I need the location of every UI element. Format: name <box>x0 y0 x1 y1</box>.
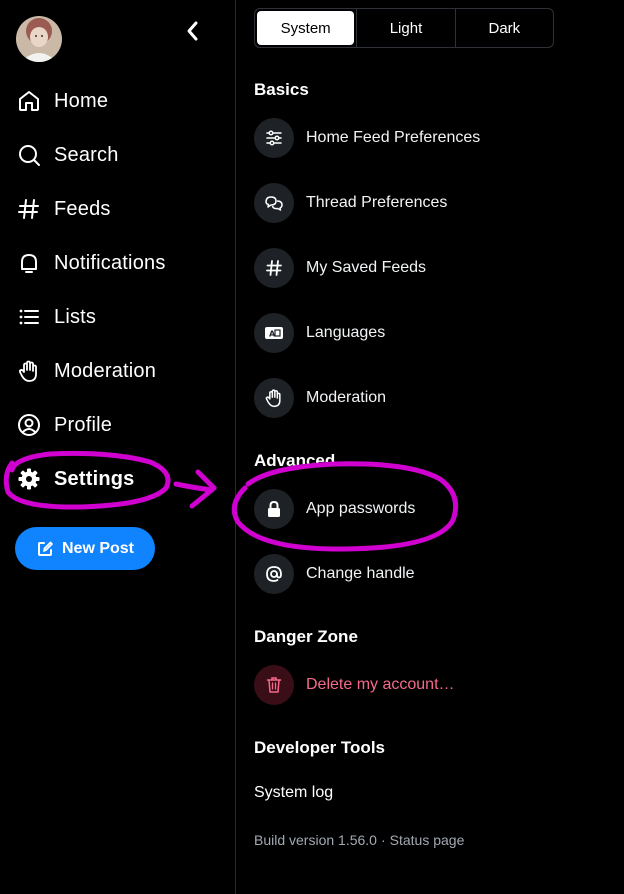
languages-label: Languages <box>306 324 386 341</box>
settings-panel: System Light Dark Basics Home Feed Prefe… <box>236 0 624 894</box>
nav-settings-label: Settings <box>54 467 135 490</box>
theme-option-system[interactable]: System <box>257 11 355 45</box>
my-saved-feeds-row[interactable]: My Saved Feeds <box>254 248 426 288</box>
nav-feeds[interactable]: Feeds <box>16 189 111 229</box>
home-feed-preferences-row[interactable]: Home Feed Preferences <box>254 118 480 158</box>
app-passwords-label: App passwords <box>306 500 416 517</box>
language-icon: A <box>254 313 294 353</box>
nav-notifications-label: Notifications <box>54 251 166 274</box>
nav-moderation[interactable]: Moderation <box>16 351 156 391</box>
new-post-label: New Post <box>61 539 134 557</box>
list-icon <box>16 304 42 330</box>
nav-search[interactable]: Search <box>16 135 119 175</box>
delete-account-label: Delete my account… <box>306 676 455 693</box>
bell-icon <box>16 250 42 276</box>
theme-option-dark[interactable]: Dark <box>454 9 553 47</box>
status-page-link[interactable]: Status page <box>390 832 465 848</box>
section-basics-title: Basics <box>254 80 309 99</box>
chevron-left-icon <box>187 21 198 41</box>
gear-icon <box>16 466 42 492</box>
nav-feeds-label: Feeds <box>54 197 111 220</box>
nav-moderation-label: Moderation <box>54 359 157 382</box>
search-icon <box>16 142 42 168</box>
nav-home[interactable]: Home <box>16 81 108 121</box>
thread-preferences-label: Thread Preferences <box>306 194 448 211</box>
app-passwords-row[interactable]: App passwords <box>254 489 415 529</box>
change-handle-row[interactable]: Change handle <box>254 554 415 594</box>
user-circle-icon <box>16 412 42 438</box>
nav-profile[interactable]: Profile <box>16 405 112 445</box>
system-log-link[interactable]: System log <box>254 784 333 802</box>
at-icon <box>254 554 294 594</box>
home-feed-preferences-label: Home Feed Preferences <box>306 129 481 146</box>
section-developer-title: Developer Tools <box>254 738 385 757</box>
theme-toggle: System Light Dark <box>254 8 554 48</box>
my-saved-feeds-label: My Saved Feeds <box>306 259 427 276</box>
sidebar: Home Search Feeds Notifications Lists Mo… <box>0 0 235 894</box>
nav-settings[interactable]: Settings <box>16 459 135 499</box>
home-icon <box>16 88 42 114</box>
hand-icon <box>16 358 42 384</box>
new-post-button[interactable]: New Post <box>15 527 155 570</box>
chat-bubbles-icon <box>254 183 294 223</box>
trash-icon <box>254 665 294 705</box>
thread-preferences-row[interactable]: Thread Preferences <box>254 183 447 223</box>
collapse-sidebar-button[interactable] <box>182 20 204 42</box>
nav-profile-label: Profile <box>54 413 113 436</box>
sliders-icon <box>254 118 294 158</box>
compose-icon <box>37 541 53 556</box>
hash-icon <box>16 196 42 222</box>
nav-lists[interactable]: Lists <box>16 297 96 337</box>
moderation-label: Moderation <box>306 389 387 406</box>
moderation-row[interactable]: Moderation <box>254 378 386 418</box>
avatar[interactable] <box>16 16 62 62</box>
hand-icon <box>254 378 294 418</box>
nav-home-label: Home <box>54 89 109 112</box>
delete-account-row[interactable]: Delete my account… <box>254 665 455 705</box>
nav-search-label: Search <box>54 143 119 166</box>
section-advanced-title: Advanced <box>254 451 336 470</box>
footer-separator: · <box>380 832 386 848</box>
hash-icon <box>254 248 294 288</box>
lock-icon <box>254 489 294 529</box>
change-handle-label: Change handle <box>306 565 415 582</box>
build-version: Build version 1.56.0 <box>254 832 377 848</box>
nav-notifications[interactable]: Notifications <box>16 243 166 283</box>
section-danger-title: Danger Zone <box>254 627 358 646</box>
footer: Build version 1.56.0 · Status page <box>254 832 464 848</box>
theme-option-light[interactable]: Light <box>356 9 454 47</box>
languages-row[interactable]: A Languages <box>254 313 385 353</box>
nav-lists-label: Lists <box>54 305 97 328</box>
